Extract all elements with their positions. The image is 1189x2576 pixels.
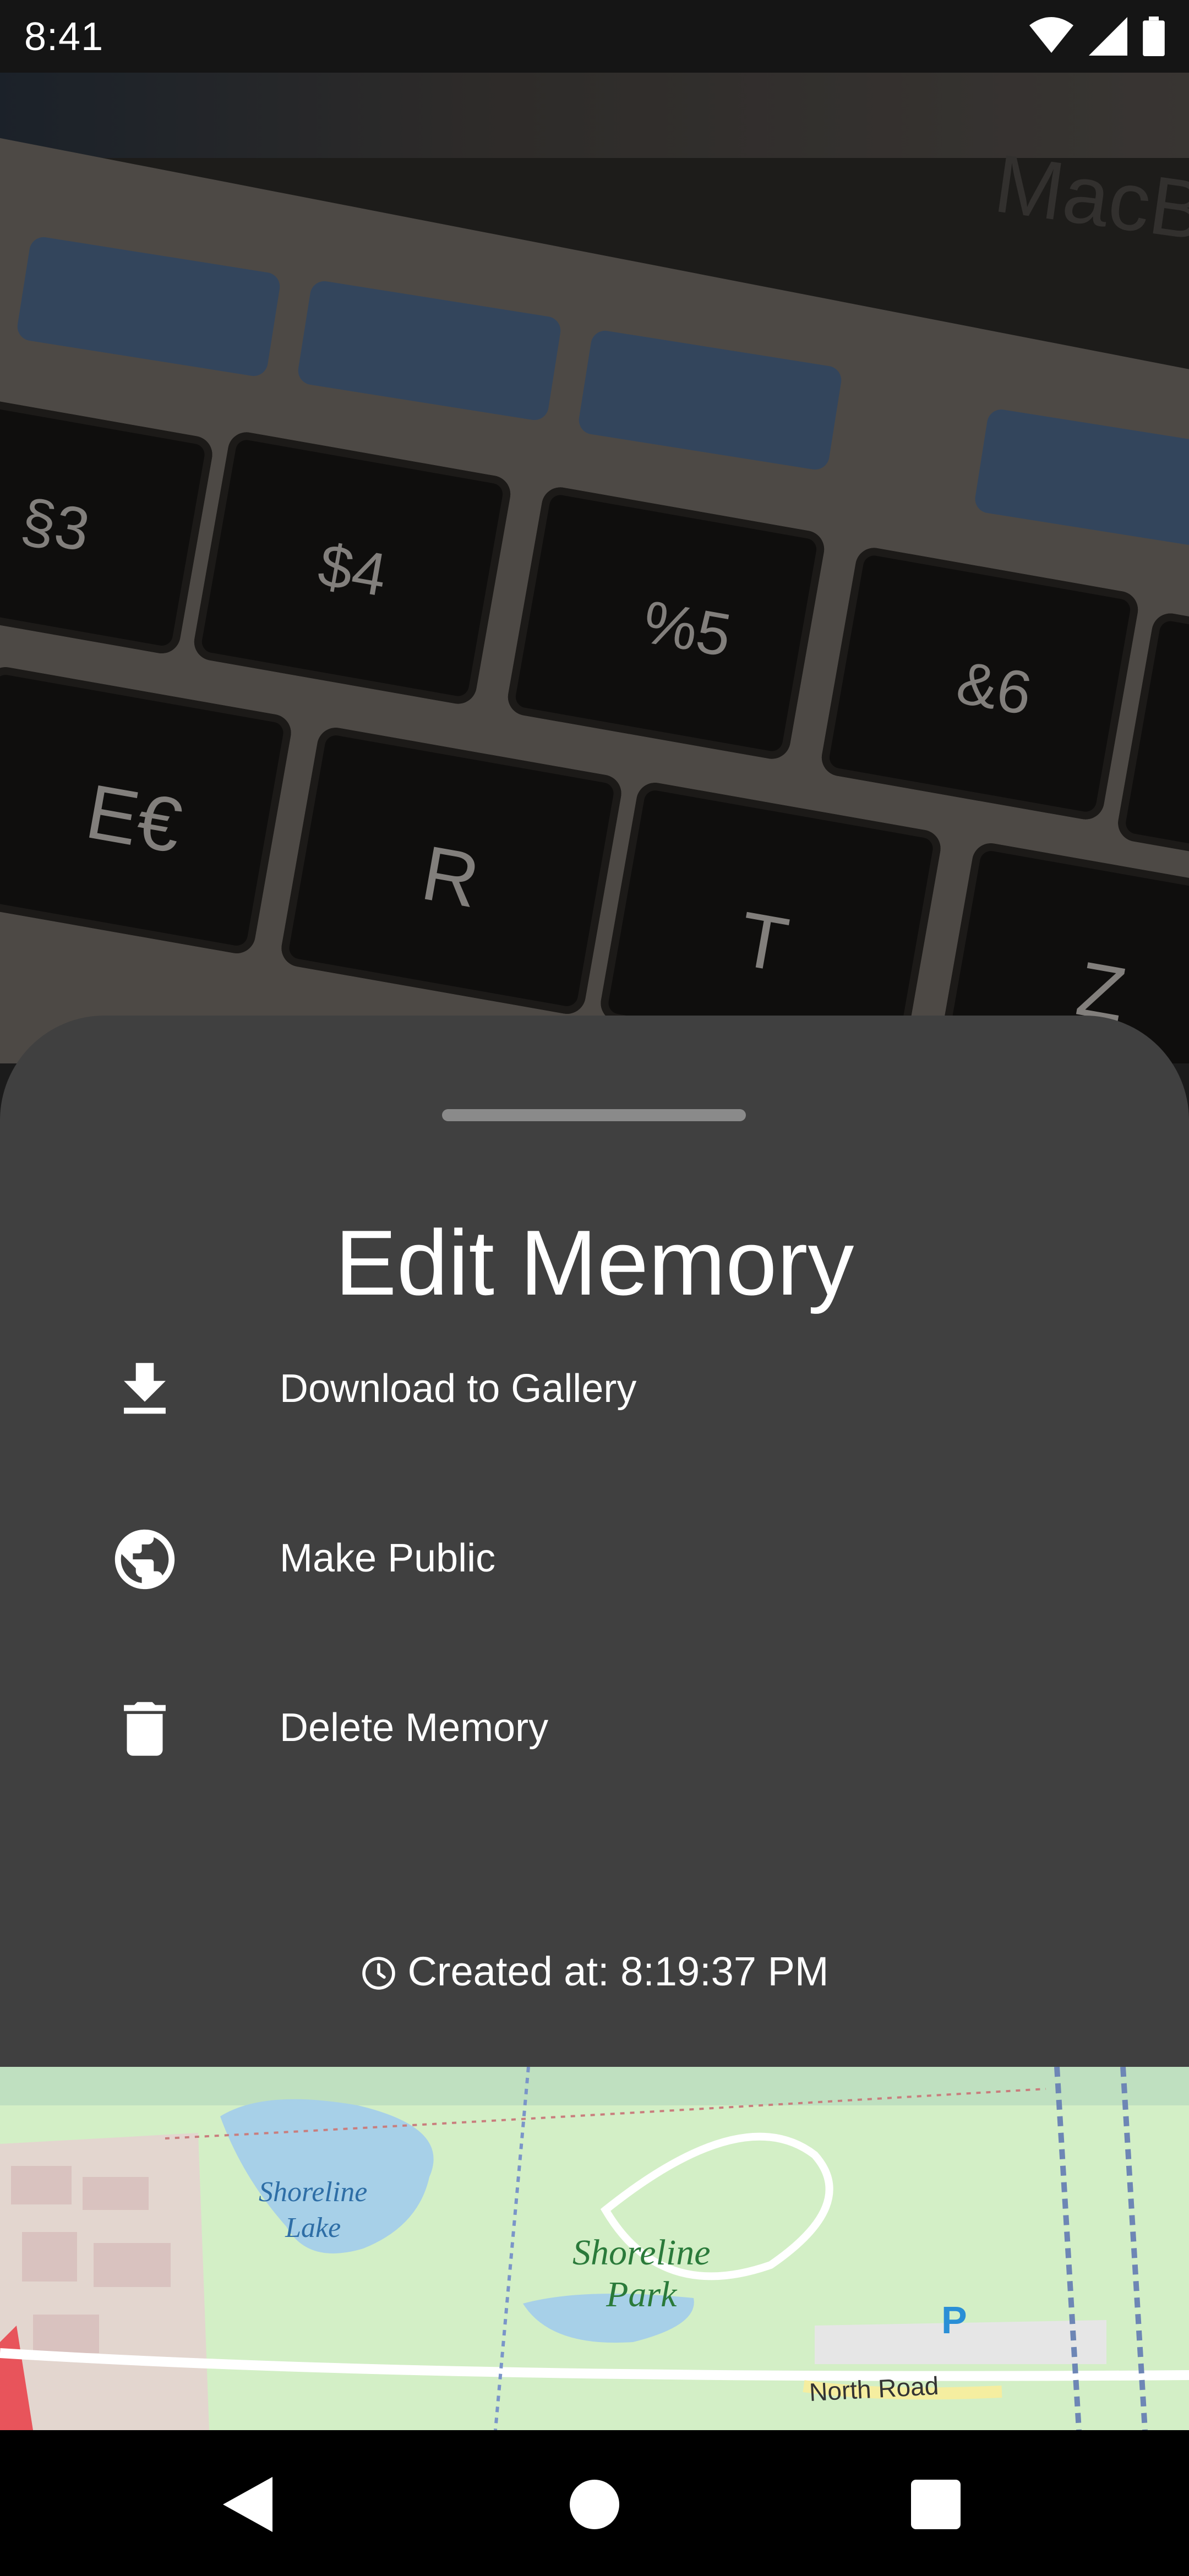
status-time: 8:41 <box>24 15 104 59</box>
battery-icon <box>1143 17 1165 56</box>
home-icon <box>570 2480 619 2529</box>
map-label-park: Shoreline Park <box>572 2233 711 2315</box>
make-public-item[interactable]: Make Public <box>0 1477 1189 1642</box>
photo-shade <box>0 73 1189 1063</box>
map-label-lake: Shoreline Lake <box>259 2176 368 2244</box>
make-public-label: Make Public <box>280 1536 496 1580</box>
download-to-gallery-label: Download to Gallery <box>280 1367 637 1411</box>
bottom-sheet: Edit Memory Download to Gallery Make Pub… <box>0 1016 1189 2067</box>
back-button[interactable] <box>217 2474 278 2535</box>
navigation-bar <box>0 2430 1189 2576</box>
recents-icon <box>911 2480 961 2529</box>
home-button[interactable] <box>564 2474 625 2535</box>
map-label-parking: P <box>941 2299 967 2342</box>
clock-icon <box>362 1957 396 1990</box>
back-icon <box>223 2477 272 2532</box>
delete-memory-item[interactable]: Delete Memory <box>0 1646 1189 1811</box>
created-at-text: Created at: 8:19:37 PM <box>407 1949 829 1994</box>
download-icon <box>124 1363 166 1414</box>
globe-icon <box>114 1529 175 1590</box>
signal-icon <box>1089 17 1127 56</box>
recents-button[interactable] <box>906 2474 966 2535</box>
delete-memory-label: Delete Memory <box>280 1706 549 1750</box>
wifi-icon <box>1029 17 1073 53</box>
status-bar: 8:41 <box>0 0 1189 73</box>
status-icons <box>1029 15 1165 57</box>
download-to-gallery-item[interactable]: Download to Gallery <box>0 1307 1189 1472</box>
drag-handle[interactable] <box>442 1109 746 1121</box>
background-photo: MacB §3 $4 %5 &6 E€ R T Z <box>0 73 1189 1063</box>
sheet-title: Edit Memory <box>335 1211 854 1314</box>
created-at: Created at: 8:19:37 PM <box>0 1951 1189 1992</box>
trash-icon <box>124 1702 166 1756</box>
map-view[interactable]: Shoreline Lake Shoreline Park North Road P <box>0 2067 1189 2430</box>
